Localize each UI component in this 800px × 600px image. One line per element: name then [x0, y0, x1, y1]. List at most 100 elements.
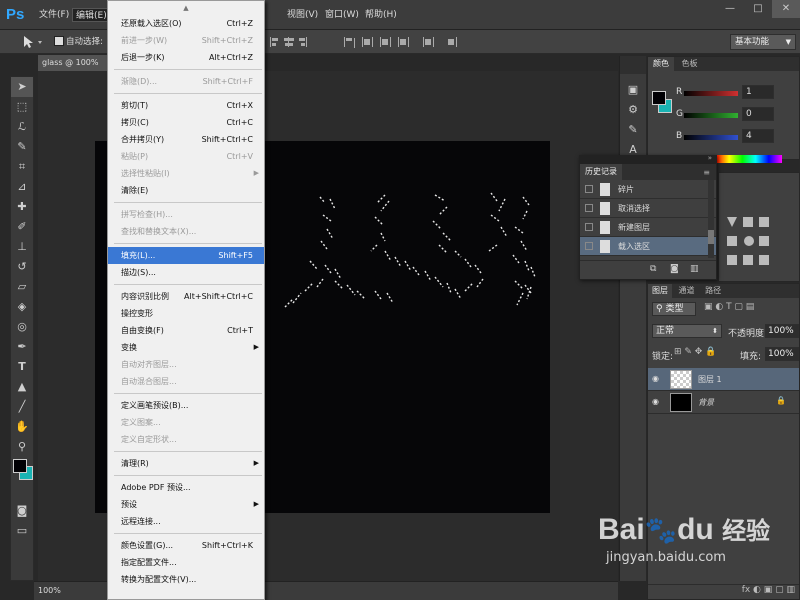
edit-menu-item[interactable]: 后退一步(K) Alt+Ctrl+Z	[108, 49, 264, 66]
scroll-up-arrow[interactable]: ▲	[108, 1, 264, 15]
layer-filter-icons[interactable]: ▣ ◐ T ▢ ▤	[704, 302, 798, 316]
auto-select-checkbox[interactable]	[54, 36, 64, 46]
crop-tool-icon[interactable]: ⌗	[11, 157, 33, 177]
channel-b-value[interactable]: 4	[742, 129, 774, 143]
tab-paths[interactable]: 路径	[701, 284, 725, 298]
edit-menu-item[interactable]: 预设 ▶	[108, 496, 264, 513]
eyedropper-tool-icon[interactable]: ⊿	[11, 177, 33, 197]
edit-menu-item[interactable]: 颜色设置(G)... Shift+Ctrl+K	[108, 537, 264, 554]
zoom-tool-icon[interactable]: ⚲	[11, 437, 33, 457]
color-spectrum-bar[interactable]	[716, 155, 782, 163]
edit-menu-item[interactable]: 清理(R) ▶	[108, 455, 264, 472]
pen-tool-icon[interactable]: ✒	[11, 337, 33, 357]
line-tool-icon[interactable]: ╱	[11, 397, 33, 417]
hand-tool-icon[interactable]: ✋	[11, 417, 33, 437]
collapse-strip-icon[interactable]	[620, 56, 646, 74]
brush-tool-icon[interactable]: ✐	[11, 217, 33, 237]
edit-menu-item[interactable]: 远程连接...	[108, 513, 264, 530]
lasso-tool-icon[interactable]: ℒ	[11, 117, 33, 137]
close-button[interactable]: ✕	[772, 0, 800, 18]
color-panel-foreground[interactable]	[652, 91, 666, 105]
history-item[interactable]: 载入选区	[580, 237, 716, 256]
foreground-color-swatch[interactable]	[13, 459, 27, 473]
eye-icon[interactable]: ◉	[652, 397, 659, 406]
lock-icons[interactable]: ⊞ ✎ ✥ 🔒	[674, 347, 734, 359]
blend-mode-select[interactable]: 正常 ⬍	[652, 324, 722, 338]
edit-menu-item[interactable]: 定义画笔预设(B)...	[108, 397, 264, 414]
zoom-level[interactable]: 100%	[38, 586, 61, 595]
eye-icon[interactable]: ◉	[652, 374, 659, 383]
edit-menu-item[interactable]: 拷贝(C) Ctrl+C	[108, 114, 264, 131]
edit-menu-item[interactable]: 清除(E)	[108, 182, 264, 199]
menu-view[interactable]: 视图(V)	[284, 8, 321, 22]
edit-menu-item[interactable]: 填充(L)... Shift+F5	[108, 247, 264, 264]
edit-menu-item[interactable]: 转换为配置文件(V)...	[108, 571, 264, 588]
dodge-tool-icon[interactable]: ◎	[11, 317, 33, 337]
type-tool-icon[interactable]: T	[11, 357, 33, 377]
layer-filter-kind[interactable]: ⚲ 类型	[652, 302, 696, 316]
menu-file[interactable]: 文件(F)	[36, 8, 72, 22]
workspace-selector[interactable]: 基本功能 ▼	[730, 34, 796, 50]
maximize-button[interactable]: □	[744, 0, 772, 18]
eraser-tool-icon[interactable]: ▱	[11, 277, 33, 297]
edit-menu-item[interactable]: 内容识别比例 Alt+Shift+Ctrl+C	[108, 288, 264, 305]
trash-icon[interactable]: ▥	[690, 264, 699, 274]
opacity-input[interactable]: 100%	[765, 324, 799, 338]
history-item[interactable]: 新建图层	[580, 218, 716, 237]
screen-mode-icon[interactable]: ▭	[11, 521, 33, 541]
adjustment-icons[interactable]	[725, 213, 797, 273]
paint-bucket-tool-icon[interactable]: ◈	[11, 297, 33, 317]
move-tool-icon[interactable]: ➤	[11, 77, 33, 97]
tab-history[interactable]: 历史记录	[580, 164, 622, 180]
quick-mask-icon[interactable]: ◙	[11, 501, 33, 521]
panel-menu-icon[interactable]: ≡	[703, 165, 710, 181]
edit-menu-item[interactable]: 自由变换(F) Ctrl+T	[108, 322, 264, 339]
healing-brush-tool-icon[interactable]: ✚	[11, 197, 33, 217]
history-brush-tool-icon[interactable]: ↺	[11, 257, 33, 277]
snapshot-source-box[interactable]	[585, 204, 593, 212]
channel-g-value[interactable]: 0	[742, 107, 774, 121]
edit-menu-item[interactable]: 合并拷贝(Y) Shift+Ctrl+C	[108, 131, 264, 148]
layer-row[interactable]: ◉ 图层 1	[648, 368, 799, 391]
collapse-icon[interactable]: »	[708, 154, 712, 162]
snapshot-source-box[interactable]	[585, 185, 593, 193]
edit-menu-item[interactable]: 还原载入选区(O) Ctrl+Z	[108, 15, 264, 32]
tab-layers[interactable]: 图层	[648, 284, 672, 298]
history-item[interactable]: 取消选择	[580, 199, 716, 218]
menu-window[interactable]: 窗口(W)	[322, 8, 362, 22]
minimize-button[interactable]: —	[716, 0, 744, 18]
tab-channels[interactable]: 通道	[675, 284, 699, 298]
edit-menu-item[interactable]: 描边(S)...	[108, 264, 264, 281]
fill-input[interactable]: 100%	[765, 347, 799, 361]
marquee-tool-icon[interactable]: ⬚	[11, 97, 33, 117]
menu-help[interactable]: 帮助(H)	[362, 8, 400, 22]
snapshot-source-box[interactable]	[585, 223, 593, 231]
edit-menu-item[interactable]: 剪切(T) Ctrl+X	[108, 97, 264, 114]
layer-name[interactable]: 图层 1	[698, 374, 722, 385]
snapshot-source-box[interactable]	[585, 242, 593, 250]
layer-name[interactable]: 背景	[698, 397, 714, 408]
new-document-from-state-icon[interactable]: ⧉	[650, 264, 656, 274]
brush-preset-panel-icon[interactable]: ⚙	[620, 100, 646, 120]
edit-menu-item[interactable]: 指定配置文件...	[108, 554, 264, 571]
channel-r-value[interactable]: 1	[742, 85, 774, 99]
document-tab[interactable]: glass @ 100% (图	[38, 55, 108, 83]
path-selection-tool-icon[interactable]: ▲	[11, 377, 33, 397]
align-distribute-icons[interactable]	[268, 34, 463, 50]
edit-menu-item[interactable]: Adobe PDF 预设...	[108, 479, 264, 496]
clone-stamp-tool-icon[interactable]: ⊥	[11, 237, 33, 257]
move-tool-preset-icon[interactable]	[20, 34, 48, 50]
menu-edit[interactable]: 编辑(E)	[72, 8, 111, 22]
tab-color[interactable]: 颜色	[648, 57, 674, 71]
channel-r-slider[interactable]	[684, 91, 738, 96]
quick-selection-tool-icon[interactable]: ✎	[11, 137, 33, 157]
edit-menu-item[interactable]: 操控变形	[108, 305, 264, 322]
layer-row[interactable]: ◉ 背景 🔒	[648, 391, 799, 414]
history-panel-icon[interactable]: ▣	[620, 80, 646, 100]
history-item[interactable]: 碎片	[580, 180, 716, 199]
tab-swatches[interactable]: 色板	[677, 57, 703, 71]
edit-menu-item[interactable]: 变换 ▶	[108, 339, 264, 356]
snapshot-camera-icon[interactable]: ◙	[670, 264, 679, 274]
channel-g-slider[interactable]	[684, 113, 738, 118]
brush-panel-icon[interactable]: ✎	[620, 120, 646, 140]
